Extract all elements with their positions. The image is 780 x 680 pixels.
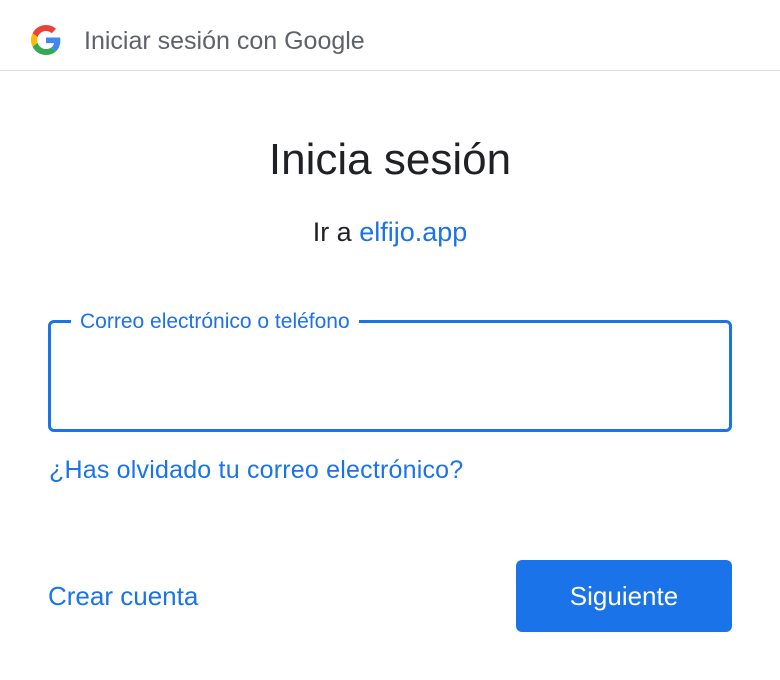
email-field[interactable]: Correo electrónico o teléfono — [48, 309, 732, 432]
header-bar: Iniciar sesión con Google — [0, 0, 780, 71]
header-title: Iniciar sesión con Google — [84, 27, 365, 55]
forgot-email-link[interactable]: ¿Has olvidado tu correo electrónico? — [49, 454, 463, 486]
email-field-label: Correo electrónico o teléfono — [71, 309, 359, 335]
subtitle-prefix: Ir a — [312, 217, 352, 247]
next-button[interactable]: Siguiente — [516, 560, 732, 632]
subtitle: Ir a elfijo.app — [0, 214, 780, 250]
create-account-link[interactable]: Crear cuenta — [48, 580, 198, 612]
google-g-icon — [31, 25, 61, 55]
page-title: Inicia sesión — [268, 135, 512, 184]
email-input[interactable] — [75, 353, 705, 393]
app-name-link[interactable]: elfijo.app — [359, 217, 467, 247]
